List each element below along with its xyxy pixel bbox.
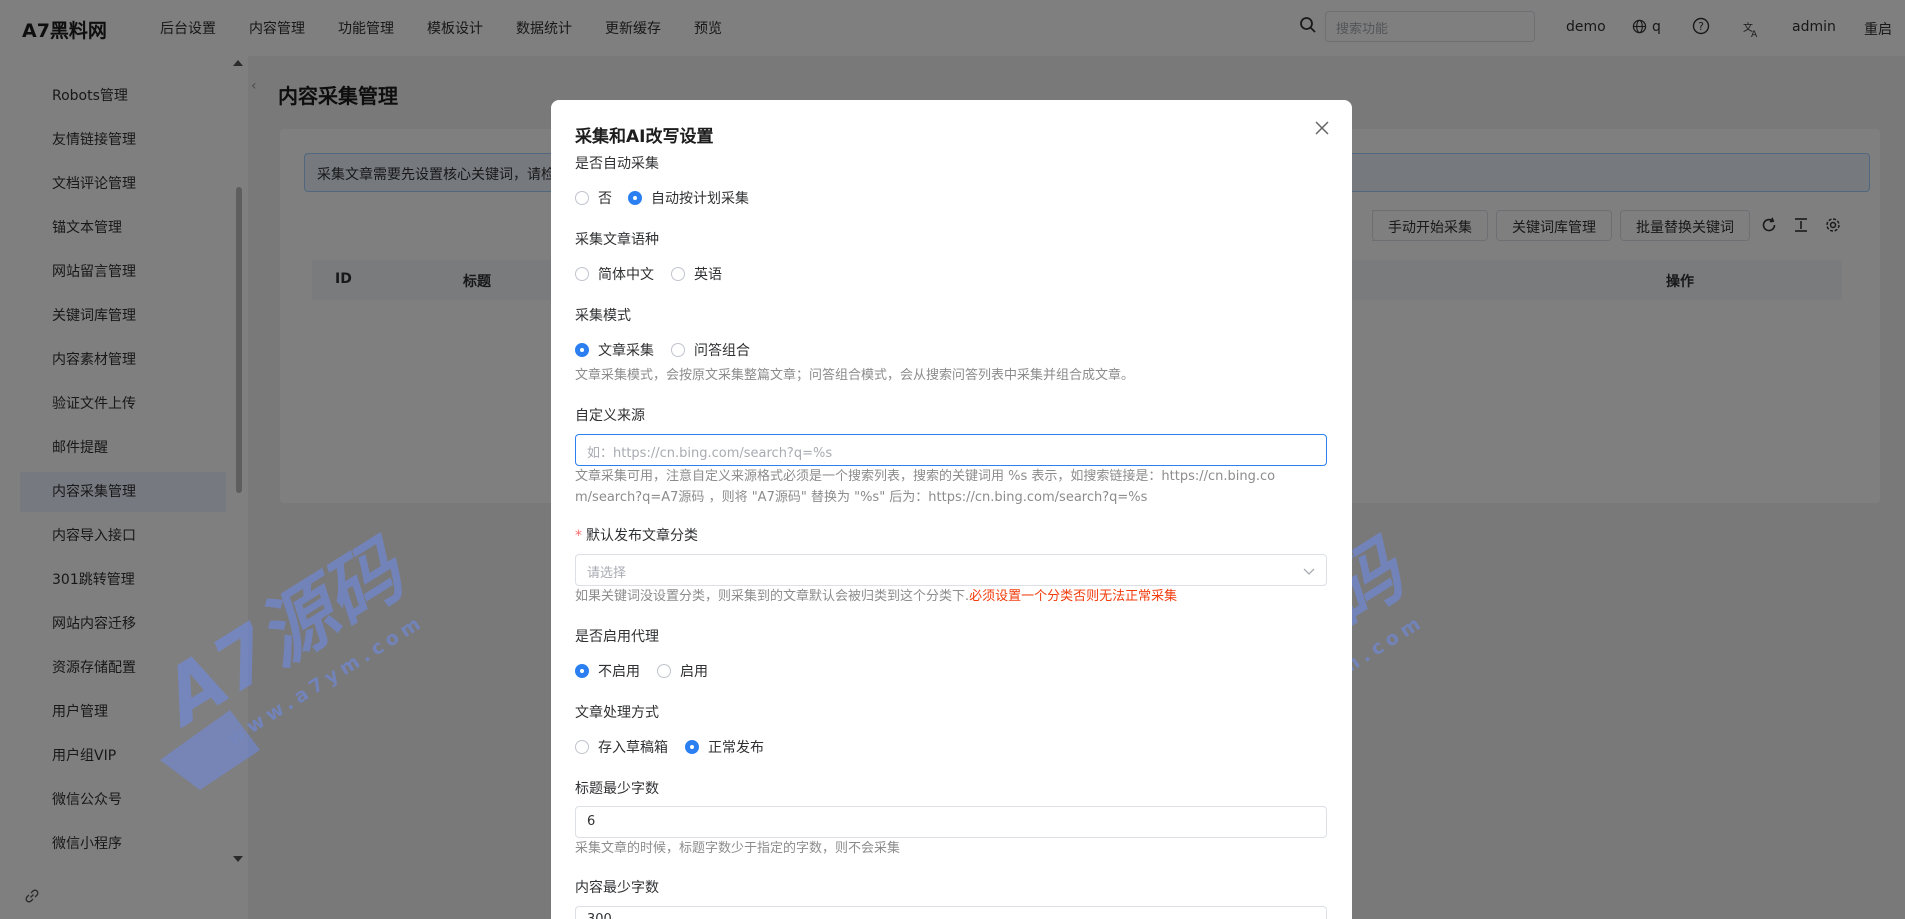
radio-circle [671,343,685,357]
radio-mode-qa[interactable]: 问答组合 [671,340,750,360]
radio-label: 简体中文 [598,267,654,283]
radio-label: 英语 [694,267,722,283]
radio-label: 文章采集 [598,343,654,359]
radio-proxy-on[interactable]: 启用 [657,661,708,681]
radio-lang-zh[interactable]: 简体中文 [575,264,654,284]
process-label: 文章处理方式 [575,705,659,721]
radio-circle [575,740,589,754]
radio-circle [657,664,671,678]
category-hint-text: 如果关键词没设置分类，则采集到的文章默认会被归类到这个分类下. [575,589,970,604]
chevron-down-icon[interactable] [1303,568,1315,576]
category-label-text: 默认发布文章分类 [586,528,698,544]
title-min-input[interactable]: 6 [575,806,1327,838]
radio-label: 存入草稿箱 [598,740,668,756]
radio-circle-checked [575,343,589,357]
radio-circle-checked [685,740,699,754]
radio-auto-scheduled[interactable]: 自动按计划采集 [628,188,749,208]
source-input[interactable]: 如：https://cn.bing.com/search?q=%s [575,434,1327,466]
radio-mode-article[interactable]: 文章采集 [575,340,654,360]
radio-circle [671,267,685,281]
radio-circle [575,191,589,205]
source-label: 自定义来源 [575,408,645,424]
radio-lang-en[interactable]: 英语 [671,264,722,284]
radio-proxy-off[interactable]: 不启用 [575,661,640,681]
content-min-label: 内容最少字数 [575,880,659,896]
required-mark: * [575,528,582,544]
title-min-hint: 采集文章的时候，标题字数少于指定的字数，则不会采集 [575,841,901,856]
auto-collect-label: 是否自动采集 [575,156,659,172]
radio-process-publish[interactable]: 正常发布 [685,737,764,757]
category-label: * 默认发布文章分类 [575,525,698,545]
content-min-input[interactable]: 300 [575,906,1327,919]
radio-circle [575,267,589,281]
radio-circle-checked [575,664,589,678]
category-warning: 必须设置一个分类否则无法正常采集 [969,589,1178,604]
radio-label: 启用 [680,664,708,680]
dialog-title: 采集和AI改写设置 [575,127,714,147]
radio-label: 不启用 [598,664,640,680]
radio-process-draft[interactable]: 存入草稿箱 [575,737,668,757]
collect-settings-dialog: 采集和AI改写设置 是否自动采集 否 自动按计划采集 采集文章语种 简体中文 英… [551,100,1352,919]
radio-label: 自动按计划采集 [651,191,749,207]
radio-auto-no[interactable]: 否 [575,188,612,208]
title-min-label: 标题最少字数 [575,781,659,797]
category-select[interactable]: 请选择 [575,554,1327,586]
category-hint: 如果关键词没设置分类，则采集到的文章默认会被归类到这个分类下.必须设置一个分类否… [575,586,1327,607]
radio-label: 正常发布 [708,740,764,756]
radio-label: 否 [598,191,612,207]
source-hint-line2: m/search?q=A7源码 ，则将 "A7源码" 替换为 "%s" 后为：h… [575,490,1148,505]
mode-label: 采集模式 [575,308,631,324]
close-icon[interactable] [1314,120,1330,136]
radio-label: 问答组合 [694,343,750,359]
source-hint-line1: 文章采集可用，注意自定义来源格式必须是一个搜索列表，搜索的关键词用 %s 表示，… [575,469,1276,484]
radio-circle-checked [628,191,642,205]
proxy-label: 是否启用代理 [575,629,659,645]
mode-hint: 文章采集模式，会按原文采集整篇文章；问答组合模式，会从搜索问答列表中采集并组合成… [575,368,1135,383]
language-label: 采集文章语种 [575,232,659,248]
